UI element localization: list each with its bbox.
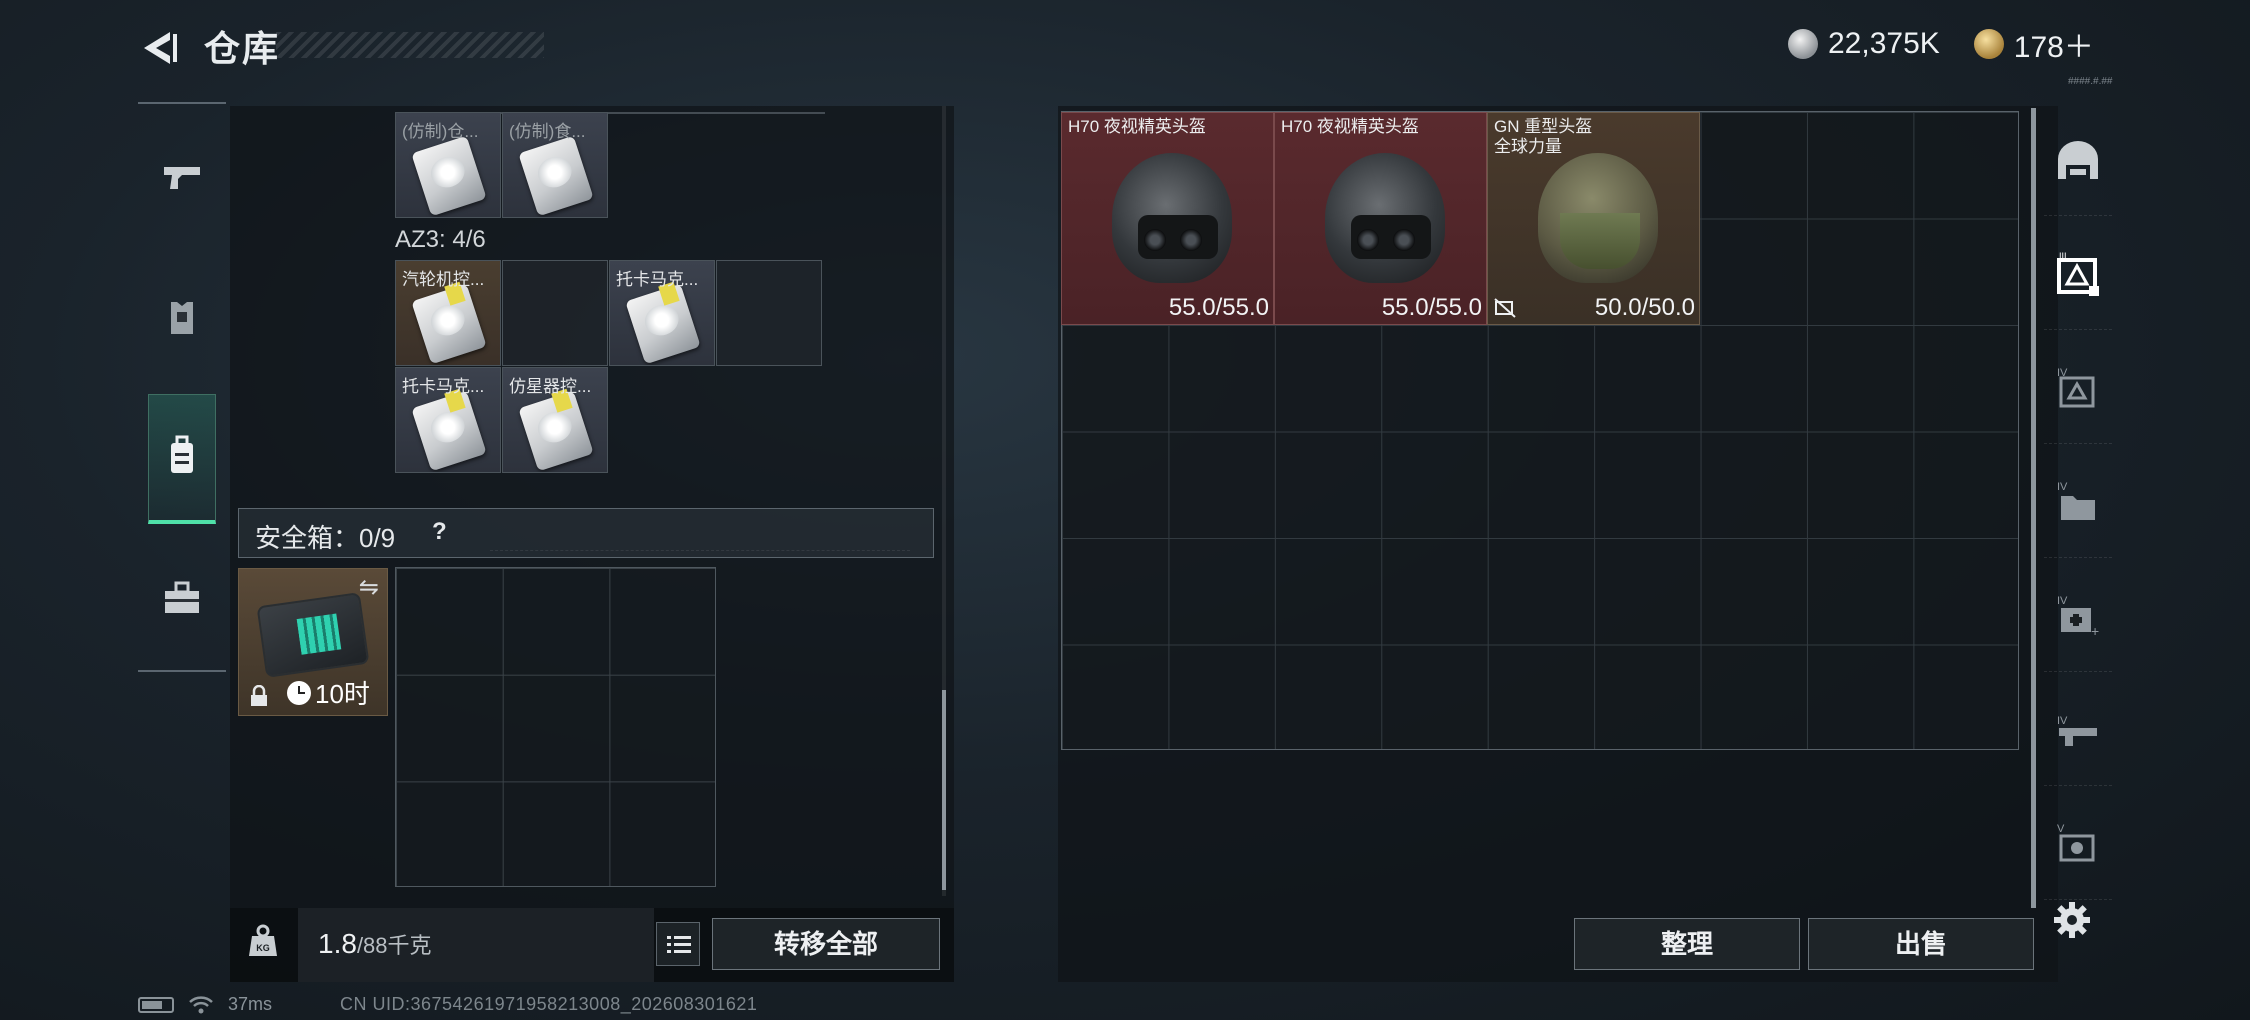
svg-text:KG: KG xyxy=(256,943,270,953)
timer: 10时 xyxy=(287,674,370,711)
svg-text:IV: IV xyxy=(2057,715,2068,727)
item-label: 仿星器控... xyxy=(509,377,592,396)
item-label: (仿制)仓... xyxy=(402,122,479,141)
scrollbar[interactable] xyxy=(2031,108,2036,908)
page-title: 仓库 xyxy=(204,28,281,69)
tier4-medkit-icon[interactable]: + IV xyxy=(2044,562,2112,672)
keycard-icon xyxy=(625,283,701,365)
armor-icon[interactable] xyxy=(160,296,204,340)
scrollbar-thumb[interactable] xyxy=(942,690,946,890)
keycard-icon xyxy=(411,390,487,472)
ping-text: 37ms xyxy=(228,994,273,1014)
clock-icon xyxy=(287,680,311,705)
silver-coin-icon xyxy=(1788,29,1818,59)
list-view-button[interactable] xyxy=(656,922,700,966)
stash-tab-nav: III IV IV + IV IV V xyxy=(2040,106,2116,900)
svg-text:IV: IV xyxy=(2057,481,2068,493)
settings-gear-icon[interactable] xyxy=(2052,900,2092,940)
item-label: GN 重型头盔 全球力量 xyxy=(1494,117,1592,157)
weight-max: /88千克 xyxy=(356,933,432,958)
weight-current: 1.8 xyxy=(318,928,357,959)
svg-text:IV: IV xyxy=(2057,595,2068,607)
transfer-all-button[interactable]: 转移全部 xyxy=(712,918,940,970)
wifi-icon xyxy=(189,995,213,1013)
stash-item[interactable]: H70 夜视精英头盔 55.0/55.0 xyxy=(1274,112,1487,325)
back-arrow-icon[interactable] xyxy=(140,28,180,68)
svg-text:+: + xyxy=(2091,623,2099,639)
version-text: ####.#.## xyxy=(2068,76,2113,87)
item-label: (仿制)食... xyxy=(509,122,586,141)
left-category-nav xyxy=(138,102,226,672)
weight-icon: KG xyxy=(249,924,277,956)
durability: 55.0/55.0 xyxy=(1168,294,1269,321)
item-label: H70 夜视精英头盔 xyxy=(1281,117,1419,136)
helmet-icon xyxy=(1538,153,1658,283)
currency-display: 22,375K 178＋ xyxy=(1726,24,2094,64)
svg-text:V: V xyxy=(2057,823,2065,835)
broken-icon xyxy=(1494,298,1516,318)
help-icon[interactable]: ? xyxy=(432,518,447,546)
item-label: 汽轮机控... xyxy=(402,270,485,289)
uid-text: CN UID:36754261971958213008_202608301621 xyxy=(340,994,758,1014)
gold-coin-icon xyxy=(1973,29,2004,59)
swap-icon[interactable]: ⇋ xyxy=(359,573,379,602)
backpack-icon[interactable] xyxy=(160,434,204,478)
tier4-armor-icon[interactable]: IV xyxy=(2044,334,2112,444)
pistol-icon[interactable] xyxy=(160,156,204,200)
timer-text: 10时 xyxy=(315,679,370,709)
keycard-icon xyxy=(518,390,594,472)
item-label: 托卡马克... xyxy=(616,270,699,289)
empty-slot[interactable] xyxy=(716,260,822,366)
sell-button[interactable]: 出售 xyxy=(1808,918,2034,970)
weight-display: 1.8/88千克 xyxy=(318,928,432,960)
list-icon xyxy=(667,936,691,953)
svg-text:IV: IV xyxy=(2057,367,2068,379)
keycard-icon xyxy=(518,135,594,217)
tier5-item-icon[interactable]: V xyxy=(2044,790,2112,900)
inventory-item[interactable]: (仿制)仓... xyxy=(395,112,501,218)
empty-slot[interactable] xyxy=(502,260,608,366)
sort-button[interactable]: 整理 xyxy=(1574,918,1800,970)
inventory-item[interactable]: 汽轮机控... xyxy=(395,260,501,366)
item-label-line2: 全球力量 xyxy=(1494,137,1562,156)
tier4-folder-icon[interactable]: IV xyxy=(2044,448,2112,558)
inventory-item[interactable]: 托卡马克... xyxy=(609,260,715,366)
item-label-line1: GN 重型头盔 xyxy=(1494,117,1593,136)
tier-all-icon[interactable]: III xyxy=(2044,220,2112,330)
stash-item[interactable]: GN 重型头盔 全球力量 50.0/50.0 xyxy=(1487,112,1700,325)
lock-icon xyxy=(251,685,267,706)
toolbox-icon[interactable] xyxy=(160,576,204,620)
gold-amount[interactable]: 178＋ xyxy=(2014,22,2094,66)
keycard-icon xyxy=(411,283,487,365)
title-decoration xyxy=(276,32,544,58)
durability: 50.0/50.0 xyxy=(1594,294,1695,321)
helmet-tab-icon[interactable] xyxy=(2044,106,2112,216)
battery-icon xyxy=(138,996,174,1013)
inventory-item[interactable]: 仿星器控... xyxy=(502,367,608,473)
helmet-icon xyxy=(1112,153,1232,283)
helmet-icon xyxy=(1325,153,1445,283)
container-az3-label: AZ3: 4/6 xyxy=(395,226,486,253)
decoration xyxy=(490,515,910,551)
item-label: 托卡马克... xyxy=(402,377,485,396)
safe-box-grid[interactable] xyxy=(395,567,716,887)
status-bar: 37ms xyxy=(138,994,272,1015)
safe-box-item[interactable]: ⇋ 10时 xyxy=(238,568,388,716)
item-label: H70 夜视精英头盔 xyxy=(1068,117,1206,136)
inventory-item[interactable]: (仿制)食... xyxy=(502,112,608,218)
tier4-weapon-icon[interactable]: IV xyxy=(2044,676,2112,786)
inventory-item[interactable]: 托卡马克... xyxy=(395,367,501,473)
silver-amount: 22,375K xyxy=(1828,27,1940,60)
safe-box-label: 安全箱：0/9 xyxy=(255,523,396,553)
safe-case-icon xyxy=(256,592,370,678)
keycard-icon xyxy=(411,135,487,217)
svg-text:III: III xyxy=(2059,251,2067,261)
stash-item[interactable]: H70 夜视精英头盔 55.0/55.0 xyxy=(1061,112,1274,325)
durability: 55.0/55.0 xyxy=(1381,294,1482,321)
